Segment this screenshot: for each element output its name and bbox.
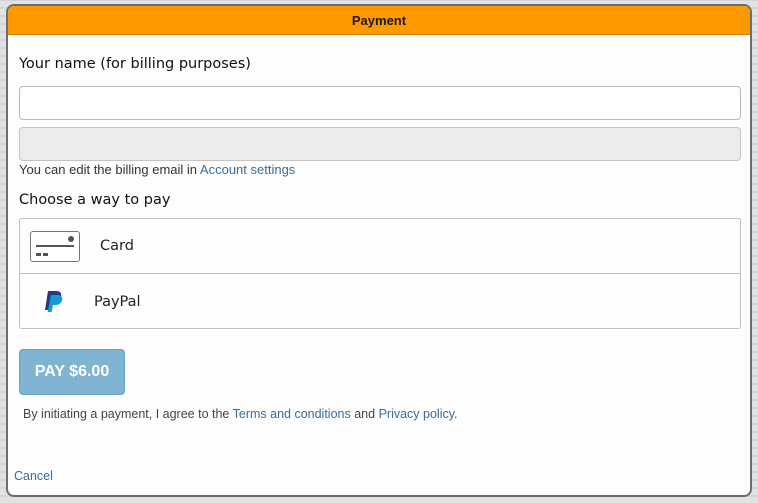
dialog-content: Your name (for billing purposes) You can… (14, 35, 741, 495)
payment-option-label: PayPal (94, 293, 141, 310)
payment-option-label: Card (100, 238, 134, 254)
billing-email-hint: You can edit the billing email in Accoun… (19, 162, 295, 177)
billing-email-input (19, 127, 741, 161)
hint-text: You can edit the billing email in (19, 162, 200, 177)
billing-name-input[interactable] (19, 86, 741, 120)
payment-agreement: By initiating a payment, I agree to the … (23, 407, 458, 421)
name-label: Your name (for billing purposes) (19, 56, 251, 72)
payment-option-paypal[interactable]: PayPal (20, 274, 740, 329)
payment-option-card[interactable]: Card (20, 219, 740, 274)
payment-method-label: Choose a way to pay (19, 192, 171, 208)
dialog-title: Payment (8, 6, 750, 35)
credit-card-icon (30, 230, 80, 262)
paypal-icon (45, 290, 63, 312)
account-settings-link[interactable]: Account settings (200, 162, 295, 177)
pay-button[interactable]: PAY $6.00 (19, 349, 125, 395)
terms-link[interactable]: Terms and conditions (233, 407, 351, 421)
privacy-policy-link[interactable]: Privacy policy (379, 407, 454, 421)
cancel-link[interactable]: Cancel (14, 469, 53, 483)
payment-method-list: Card PayPal (19, 218, 741, 329)
payment-dialog: Payment Your name (for billing purposes)… (6, 4, 752, 497)
agreement-and: and (350, 407, 379, 421)
agreement-text: By initiating a payment, I agree to the (23, 407, 233, 421)
agreement-suffix: . (454, 407, 458, 421)
